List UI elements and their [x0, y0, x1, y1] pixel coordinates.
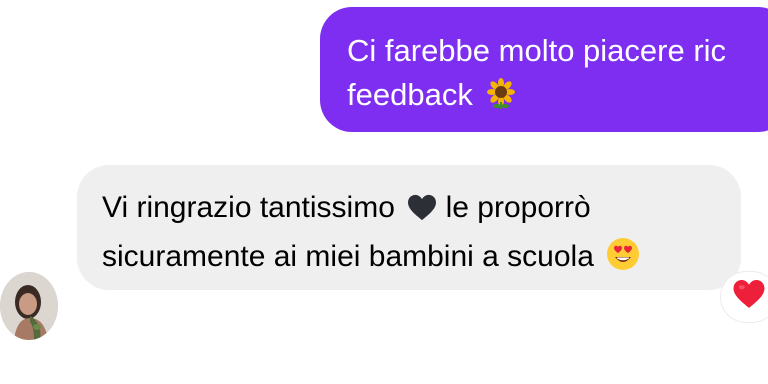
incoming-message-text-1a: Vi ringrazio tantissimo	[102, 191, 395, 224]
message-reaction[interactable]	[721, 272, 768, 322]
chat-thread: Ci farebbe molto piacere ric feedback Vi…	[0, 0, 768, 384]
incoming-message-line-1: Vi ringrazio tantissimo le proporrò	[102, 186, 741, 235]
incoming-message-text-1b: le proporrò	[445, 191, 591, 224]
sender-avatar[interactable]	[0, 272, 58, 340]
incoming-message-line-2: sicuramente ai miei bambini a scuola	[102, 235, 741, 284]
heart-eyes-icon	[606, 237, 640, 284]
incoming-message-text-2: sicuramente ai miei bambini a scuola	[102, 240, 594, 273]
outgoing-message-text: feedback	[347, 77, 473, 112]
red-heart-icon	[732, 279, 766, 315]
black-heart-icon	[407, 191, 437, 235]
outgoing-message-bubble[interactable]: Ci farebbe molto piacere ric feedback	[320, 7, 768, 132]
incoming-message-bubble[interactable]: Vi ringrazio tantissimo le proporrò sicu…	[77, 165, 741, 290]
outgoing-message-line-2: feedback	[347, 73, 768, 122]
outgoing-message-line-1: Ci farebbe molto piacere ric	[347, 33, 727, 68]
sunflower-icon	[485, 78, 517, 122]
